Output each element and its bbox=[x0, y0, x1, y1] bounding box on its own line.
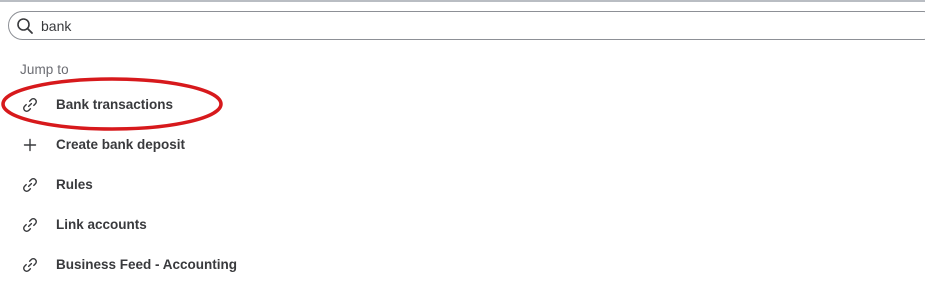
link-icon bbox=[23, 258, 37, 272]
link-icon bbox=[23, 98, 37, 112]
result-label: Rules bbox=[56, 177, 93, 192]
search-panel: Jump to Bank transactions Create bank de… bbox=[0, 0, 925, 294]
jump-to-heading: Jump to bbox=[20, 62, 69, 77]
result-list: Bank transactions Create bank deposit Ru… bbox=[0, 85, 925, 285]
result-item-rules[interactable]: Rules bbox=[0, 165, 925, 205]
search-field[interactable] bbox=[8, 11, 925, 40]
result-item-business-feed-accounting[interactable]: Business Feed - Accounting bbox=[0, 245, 925, 285]
result-label: Create bank deposit bbox=[56, 137, 186, 152]
result-item-link-accounts[interactable]: Link accounts bbox=[0, 205, 925, 245]
search-icon bbox=[17, 18, 33, 34]
result-label: Business Feed - Accounting bbox=[56, 257, 238, 272]
search-input[interactable] bbox=[41, 15, 641, 37]
plus-icon bbox=[23, 138, 37, 152]
link-icon bbox=[23, 218, 37, 232]
result-label: Bank transactions bbox=[56, 97, 174, 112]
link-icon bbox=[23, 178, 37, 192]
result-item-bank-transactions[interactable]: Bank transactions bbox=[0, 85, 925, 125]
top-divider bbox=[0, 0, 925, 2]
result-item-create-bank-deposit[interactable]: Create bank deposit bbox=[0, 125, 925, 165]
result-label: Link accounts bbox=[56, 217, 147, 232]
